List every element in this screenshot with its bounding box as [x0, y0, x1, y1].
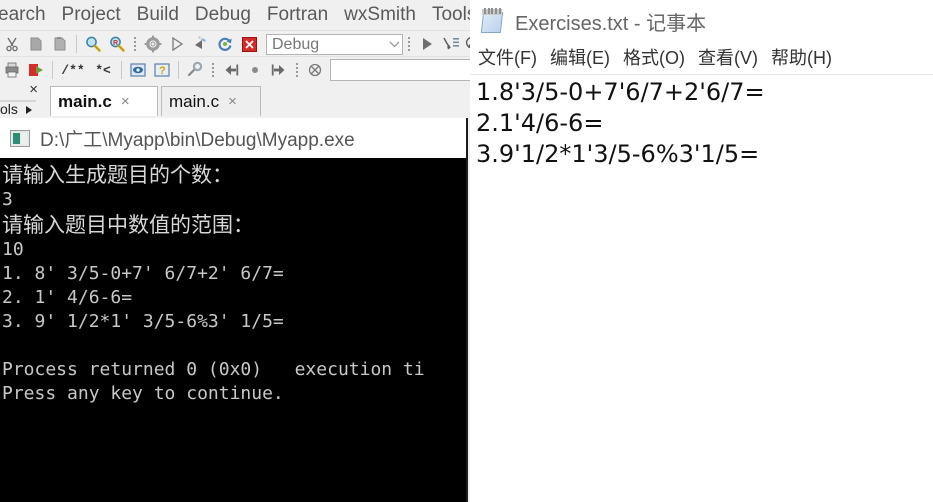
build-target-value: Debug	[272, 35, 320, 53]
console-line: 3	[2, 189, 13, 210]
editor-tab-main-c-active[interactable]: main.c ×	[50, 86, 158, 116]
np-menu-format[interactable]: 格式(O)	[623, 42, 685, 74]
console-line: 10	[2, 239, 24, 260]
console-line: 请输入题目中数值的范围：	[2, 213, 254, 237]
console-title: D:\广工\Myapp\bin\Debug\Myapp.exe	[40, 129, 355, 151]
console-line: 2. 1' 4/6-6=	[2, 287, 133, 308]
abort-icon[interactable]	[238, 33, 260, 55]
symbol-search-combo[interactable]	[330, 59, 470, 81]
doxygen-icon[interactable]	[127, 59, 149, 81]
close-icon[interactable]: ×	[29, 82, 38, 98]
console-line: 3. 9' 1/2*1' 3/5-6%3' 1/5=	[2, 311, 284, 332]
close-icon[interactable]: ×	[228, 94, 237, 109]
svg-text:?: ?	[159, 65, 166, 77]
menu-item-tools[interactable]: Tools	[424, 0, 470, 30]
notepad-window: Exercises.txt - 记事本 文件(F) 编辑(E) 格式(O) 查看…	[470, 0, 933, 502]
copy-icon[interactable]	[25, 33, 47, 55]
np-menu-file[interactable]: 文件(F)	[478, 42, 537, 74]
notepad-line: 1.8'3/5-0+7'6/7+2'6/7=	[476, 78, 765, 106]
console-line: 1. 8' 3/5-0+7' 6/7+2' 6/7=	[2, 263, 284, 284]
notepad-menubar: 文件(F) 编辑(E) 格式(O) 查看(V) 帮助(H)	[470, 42, 933, 74]
debug-step-into-icon[interactable]	[440, 33, 462, 55]
toolbar-grip[interactable]	[132, 34, 138, 54]
console-line: 请输入生成题目的个数：	[2, 163, 233, 187]
paste-icon[interactable]	[49, 33, 71, 55]
toolbar-grip-nav[interactable]	[210, 60, 216, 80]
menu-item-debug[interactable]: Debug	[187, 0, 259, 30]
rebuild-icon[interactable]	[214, 33, 236, 55]
console-window: D:\广工\Myapp\bin\Debug\Myapp.exe 请输入生成题目的…	[0, 118, 468, 502]
run-to-cursor-icon[interactable]	[25, 59, 47, 81]
console-app-icon	[10, 129, 30, 147]
management-panel[interactable]: × ols	[0, 82, 42, 120]
codeblocks-toolbar-main: R Debug	[0, 30, 470, 57]
toolbar-separator-2	[52, 61, 53, 79]
notepad-text-area[interactable]: 1.8'3/5-0+7'6/7+2'6/7= 2.1'4/6-6= 3.9'1/…	[470, 75, 933, 502]
menu-item-fortran[interactable]: Fortran	[259, 0, 336, 30]
console-line: Press any key to continue.	[2, 383, 284, 404]
notepad-line: 3.9'1/2*1'3/5-6%3'1/5=	[476, 140, 760, 168]
toolbar-separator	[76, 35, 77, 53]
print-icon[interactable]	[1, 59, 23, 81]
build-icon[interactable]	[142, 33, 164, 55]
cut-icon[interactable]	[1, 33, 23, 55]
console-line: Process returned 0 (0x0) execution ti	[2, 359, 425, 380]
chevron-down-icon[interactable]	[387, 40, 402, 48]
debug-continue-icon[interactable]	[416, 33, 438, 55]
run-icon[interactable]	[166, 33, 188, 55]
np-menu-help[interactable]: 帮助(H)	[771, 42, 832, 74]
menu-item-build[interactable]: Build	[129, 0, 187, 30]
settings-icon[interactable]	[184, 59, 206, 81]
nav-bookmark-icon[interactable]	[244, 59, 266, 81]
panel-tab-symbols[interactable]: ols	[0, 101, 18, 117]
notepad-line: 2.1'4/6-6=	[476, 109, 604, 137]
menu-item-project[interactable]: Project	[54, 0, 129, 30]
codeblocks-window: earch Project Build Debug Fortran wxSmit…	[0, 0, 470, 502]
build-and-run-icon[interactable]	[190, 33, 212, 55]
toolbar-grip-search[interactable]	[294, 60, 300, 80]
codeblocks-menubar: earch Project Build Debug Fortran wxSmit…	[0, 0, 470, 30]
toolbar-separator-3	[121, 61, 122, 79]
notepad-icon	[480, 8, 506, 34]
comment-icon[interactable]: /**	[58, 59, 88, 81]
nav-back-icon[interactable]	[220, 59, 242, 81]
console-titlebar[interactable]: D:\广工\Myapp\bin\Debug\Myapp.exe	[0, 118, 466, 158]
chevron-right-icon[interactable]	[26, 106, 32, 114]
search-icon[interactable]	[82, 33, 104, 55]
np-menu-edit[interactable]: 编辑(E)	[550, 42, 610, 74]
editor-tab-label: main.c	[58, 91, 112, 111]
uncomment-icon[interactable]: *<	[90, 59, 116, 81]
help-icon[interactable]: ?	[151, 59, 173, 81]
editor-tab-label: main.c	[169, 91, 220, 111]
menu-item-search[interactable]: earch	[0, 0, 54, 30]
notepad-titlebar[interactable]: Exercises.txt - 记事本	[470, 0, 933, 42]
svg-text:R: R	[113, 40, 118, 47]
np-menu-view[interactable]: 查看(V)	[698, 42, 758, 74]
codeblocks-toolbar-secondary: /** *< ?	[0, 56, 470, 84]
build-target-combo[interactable]: Debug	[266, 33, 403, 55]
menu-item-wxsmith[interactable]: wxSmith	[336, 0, 424, 30]
editor-tab-main-c-inactive[interactable]: main.c ×	[161, 86, 261, 116]
editor-tabbar: main.c × main.c ×	[42, 82, 470, 118]
nav-forward-icon[interactable]	[268, 59, 290, 81]
toolbar-grip-debug[interactable]	[406, 34, 412, 54]
notepad-title: Exercises.txt - 记事本	[515, 12, 707, 35]
screen: earch Project Build Debug Fortran wxSmit…	[0, 0, 933, 502]
toolbar-separator-4	[178, 61, 179, 79]
replace-icon[interactable]: R	[106, 33, 128, 55]
console-output[interactable]: 请输入生成题目的个数： 3 请输入题目中数值的范围： 10 1. 8' 3/5-…	[0, 158, 466, 502]
clear-bookmarks-icon[interactable]	[304, 59, 326, 81]
close-icon[interactable]: ×	[121, 94, 130, 109]
